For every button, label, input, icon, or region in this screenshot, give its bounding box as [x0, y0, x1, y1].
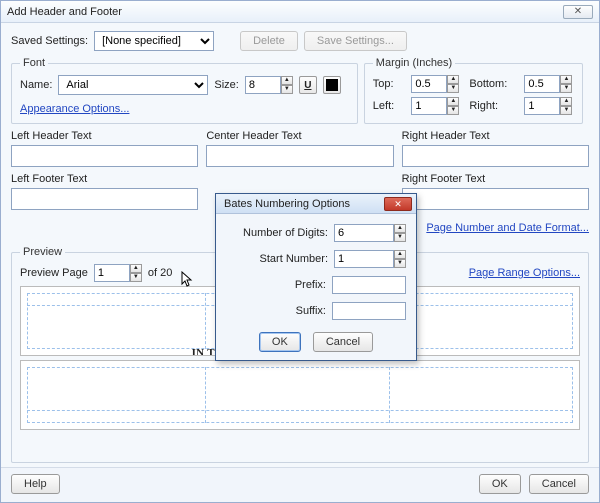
left-footer-label: Left Footer Text: [11, 173, 198, 185]
saved-settings-label: Saved Settings:: [11, 35, 88, 47]
font-size-spinner[interactable]: ▲▼: [245, 76, 293, 94]
margin-legend: Margin (Inches): [373, 57, 455, 69]
margin-right-spinner[interactable]: ▲▼: [524, 97, 574, 115]
margin-bottom-spinner[interactable]: ▲▼: [524, 75, 574, 93]
title-bar: Add Header and Footer ✕: [1, 1, 599, 23]
underline-button[interactable]: U: [299, 76, 317, 94]
font-group: Font Name: Arial Size: ▲▼ U Appearance O…: [11, 57, 358, 124]
center-header-label: Center Header Text: [206, 130, 393, 142]
bates-options-dialog: Bates Numbering Options ✕ Number of Digi…: [215, 193, 417, 361]
right-footer-label: Right Footer Text: [402, 173, 589, 185]
margin-left-label: Left:: [373, 100, 404, 112]
close-icon[interactable]: ✕: [563, 5, 593, 19]
font-size-input[interactable]: [245, 76, 281, 94]
preview-footer-box: [20, 360, 580, 430]
dialog-ok-button[interactable]: OK: [259, 332, 301, 352]
font-name-label: Name:: [20, 79, 52, 91]
prefix-input[interactable]: [332, 276, 406, 294]
chevron-down-icon[interactable]: ▼: [281, 85, 293, 94]
digits-input[interactable]: [334, 224, 394, 242]
margin-top-label: Top:: [373, 78, 404, 90]
start-label: Start Number:: [226, 253, 328, 265]
cancel-button[interactable]: Cancel: [529, 474, 589, 494]
ok-button[interactable]: OK: [479, 474, 521, 494]
right-footer-input[interactable]: [402, 188, 589, 210]
suffix-input[interactable]: [332, 302, 406, 320]
main-window: Add Header and Footer ✕ Saved Settings: …: [0, 0, 600, 503]
center-header-input[interactable]: [206, 145, 393, 167]
preview-legend: Preview: [20, 246, 65, 258]
right-header-input[interactable]: [402, 145, 589, 167]
bottom-bar: Help OK Cancel: [1, 467, 599, 502]
prefix-label: Prefix:: [226, 279, 326, 291]
page-number-date-link[interactable]: Page Number and Date Format...: [426, 222, 589, 234]
color-swatch-icon: [326, 79, 338, 91]
digits-label: Number of Digits:: [226, 227, 328, 239]
font-size-label: Size:: [214, 79, 238, 91]
delete-button[interactable]: Delete: [240, 31, 298, 51]
saved-settings-select[interactable]: [None specified]: [94, 31, 214, 51]
dialog-cancel-button[interactable]: Cancel: [313, 332, 373, 352]
dialog-close-icon[interactable]: ✕: [384, 197, 412, 211]
page-range-link[interactable]: Page Range Options...: [469, 267, 580, 279]
saved-settings-row: Saved Settings: [None specified] Delete …: [11, 31, 589, 51]
margin-right-label: Right:: [469, 100, 516, 112]
suffix-label: Suffix:: [226, 305, 326, 317]
right-header-label: Right Header Text: [402, 130, 589, 142]
chevron-up-icon[interactable]: ▲: [281, 76, 293, 85]
font-color-button[interactable]: [323, 76, 341, 94]
help-button[interactable]: Help: [11, 474, 60, 494]
preview-of-label: of 20: [148, 267, 172, 279]
dialog-title: Bates Numbering Options: [224, 198, 350, 210]
header-text-grid: Left Header Text Center Header Text Righ…: [11, 130, 589, 167]
left-header-label: Left Header Text: [11, 130, 198, 142]
font-name-select[interactable]: Arial: [58, 75, 208, 95]
save-settings-button[interactable]: Save Settings...: [304, 31, 407, 51]
appearance-options-link[interactable]: Appearance Options...: [20, 103, 129, 115]
preview-page-spinner[interactable]: ▲▼: [94, 264, 142, 282]
left-header-input[interactable]: [11, 145, 198, 167]
margin-left-spinner[interactable]: ▲▼: [411, 97, 461, 115]
margin-top-spinner[interactable]: ▲▼: [411, 75, 461, 93]
start-input[interactable]: [334, 250, 394, 268]
margin-bottom-label: Bottom:: [469, 78, 516, 90]
left-footer-input[interactable]: [11, 188, 198, 210]
font-legend: Font: [20, 57, 48, 69]
preview-page-label: Preview Page: [20, 267, 88, 279]
margin-group: Margin (Inches) Top: ▲▼ Bottom: ▲▼ Left:…: [364, 57, 584, 124]
start-spinner[interactable]: ▲▼: [334, 250, 406, 268]
digits-spinner[interactable]: ▲▼: [334, 224, 406, 242]
window-title: Add Header and Footer: [7, 6, 122, 18]
